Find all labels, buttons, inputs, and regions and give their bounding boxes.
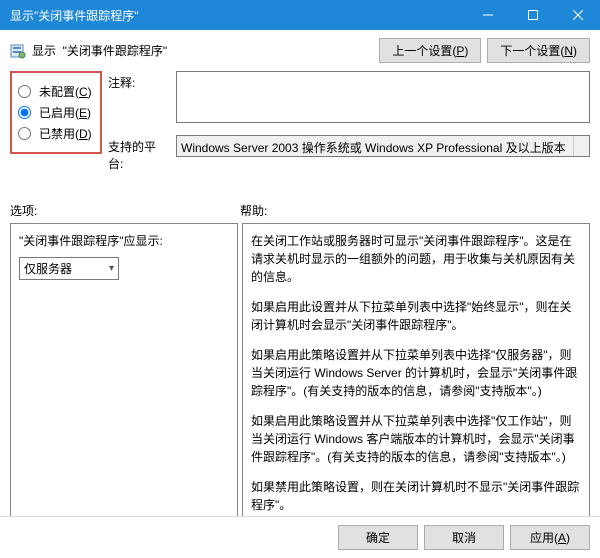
options-pane: "关闭事件跟踪程序"应显示: 仅服务器 ▾ (10, 223, 238, 519)
platform-label: 支持的平台: (108, 135, 168, 172)
platform-value-box: Windows Server 2003 操作系统或 Windows XP Pro… (176, 135, 590, 157)
help-pane[interactable]: 在关闭工作站或服务器时可显示"关闭事件跟踪程序"。这是在请求关机时显示的一组额外… (242, 223, 590, 519)
help-paragraph: 如果启用此策略设置并从下拉菜单列表中选择"仅工作站"，则当关闭运行 Window… (251, 412, 581, 466)
minimize-button[interactable] (465, 0, 510, 30)
prev-setting-button[interactable]: 上一个设置(P) (379, 38, 481, 63)
comment-textarea[interactable] (176, 71, 590, 123)
next-setting-button[interactable]: 下一个设置(N) (487, 38, 590, 63)
ok-button[interactable]: 确定 (338, 525, 418, 550)
chevron-down-icon: ▾ (109, 263, 114, 274)
display-mode-value: 仅服务器 (24, 260, 72, 277)
options-section-label: 选项: (10, 202, 240, 219)
header-row: 显示 "关闭事件跟踪程序" 上一个设置(P) 下一个设置(N) (10, 38, 590, 63)
state-radio-group: 未配置(C) 已启用(E) 已禁用(D) (10, 71, 102, 154)
help-paragraph: 在关闭工作站或服务器时可显示"关闭事件跟踪程序"。这是在请求关机时显示的一组额外… (251, 232, 581, 286)
display-mode-select[interactable]: 仅服务器 ▾ (19, 257, 119, 280)
scrollbar-stub[interactable] (573, 136, 589, 156)
platform-value: Windows Server 2003 操作系统或 Windows XP Pro… (181, 141, 566, 155)
cancel-button[interactable]: 取消 (424, 525, 504, 550)
policy-title: 显示 "关闭事件跟踪程序" (32, 42, 167, 59)
titlebar: 显示"关闭事件跟踪程序" (0, 0, 600, 30)
options-text: "关闭事件跟踪程序"应显示: (19, 232, 229, 249)
radio-not-configured-input[interactable] (18, 85, 31, 98)
comment-label: 注释: (108, 71, 168, 91)
radio-enabled-input[interactable] (18, 106, 31, 119)
maximize-button[interactable] (510, 0, 555, 30)
radio-enabled[interactable]: 已启用(E) (16, 104, 92, 121)
help-paragraph: 如果启用此设置并从下拉菜单列表中选择"始终显示"，则在关闭计算机时会显示"关闭事… (251, 298, 581, 334)
policy-icon (10, 43, 26, 59)
dialog-footer: 确定 取消 应用(A) (0, 516, 600, 558)
radio-disabled[interactable]: 已禁用(D) (16, 125, 92, 142)
radio-not-configured[interactable]: 未配置(C) (16, 83, 92, 100)
radio-disabled-input[interactable] (18, 127, 31, 140)
window-title: 显示"关闭事件跟踪程序" (10, 7, 465, 24)
help-paragraph: 如果禁用此策略设置，则在关闭计算机时不显示"关闭事件跟踪程序"。 (251, 478, 581, 514)
help-paragraph: 如果启用此策略设置并从下拉菜单列表中选择"仅服务器"，则当关闭运行 Window… (251, 346, 581, 400)
apply-button[interactable]: 应用(A) (510, 525, 590, 550)
help-section-label: 帮助: (240, 202, 267, 219)
close-button[interactable] (555, 0, 600, 30)
